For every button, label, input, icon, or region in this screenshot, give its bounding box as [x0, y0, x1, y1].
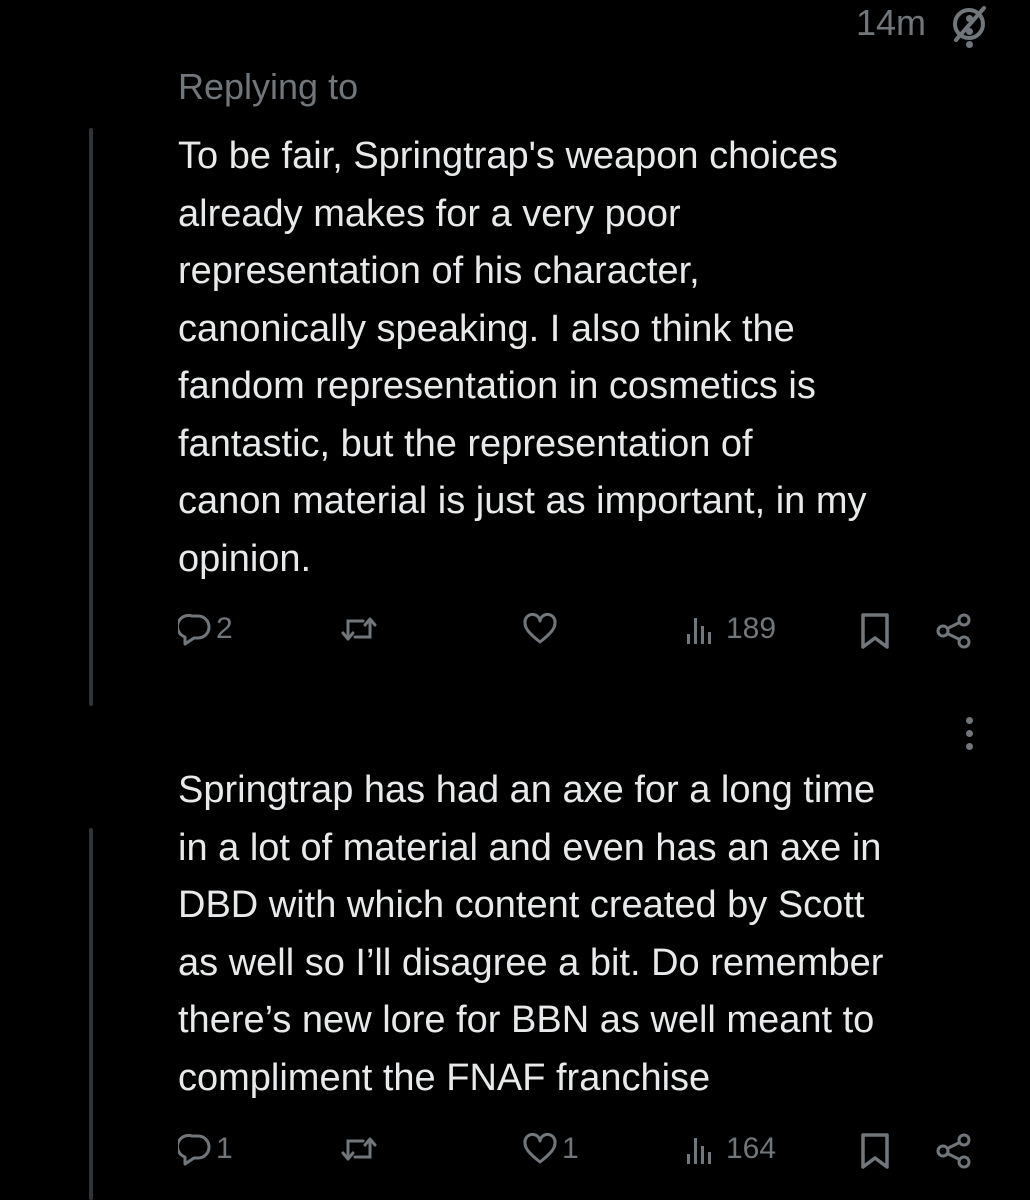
bookmark-button[interactable]	[858, 1132, 892, 1170]
heart-icon	[523, 612, 557, 644]
thread-line	[89, 828, 93, 1200]
views-bars-icon	[687, 1138, 711, 1164]
share-icon	[936, 613, 971, 649]
views-count: 189	[726, 612, 777, 645]
repost-button[interactable]	[340, 1132, 382, 1166]
share-icon	[936, 1133, 971, 1169]
like-button[interactable]	[522, 612, 562, 646]
reply-button[interactable]: 2	[178, 612, 233, 646]
bookmark-icon	[861, 1133, 889, 1169]
share-button[interactable]	[934, 612, 974, 650]
reply-bubble-icon	[178, 1133, 211, 1166]
more-vertical-icon[interactable]	[966, 717, 976, 756]
like-count: 1	[562, 1132, 579, 1165]
reply-count: 2	[216, 612, 233, 645]
post-text: To be fair, Springtrap's weapon choices …	[178, 135, 867, 580]
thread-line	[89, 128, 93, 706]
share-button[interactable]	[934, 1132, 974, 1170]
repost-arrows-icon	[341, 1137, 377, 1161]
more-vertical-icon[interactable]	[966, 15, 976, 54]
heart-icon	[523, 1132, 557, 1164]
post-actions: 2 189	[178, 612, 978, 656]
like-button[interactable]: 1	[522, 1132, 579, 1166]
reply-count: 1	[216, 1132, 233, 1165]
post-timestamp[interactable]: 14m	[856, 2, 926, 44]
bookmark-icon	[861, 613, 889, 649]
views-count: 164	[726, 1132, 777, 1165]
reply-bubble-icon	[178, 613, 211, 646]
replying-to-label: Replying to	[178, 66, 359, 107]
views-button[interactable]: 164	[684, 1132, 776, 1166]
repost-arrows-icon	[341, 617, 377, 641]
post-actions: 1 1 164	[178, 1132, 978, 1176]
post-text: Springtrap has had an axe for a long tim…	[178, 769, 884, 1099]
views-bars-icon	[687, 618, 711, 644]
repost-button[interactable]	[340, 612, 382, 646]
reply-button[interactable]: 1	[178, 1132, 233, 1166]
views-button[interactable]: 189	[684, 612, 776, 646]
bookmark-button[interactable]	[858, 612, 892, 650]
